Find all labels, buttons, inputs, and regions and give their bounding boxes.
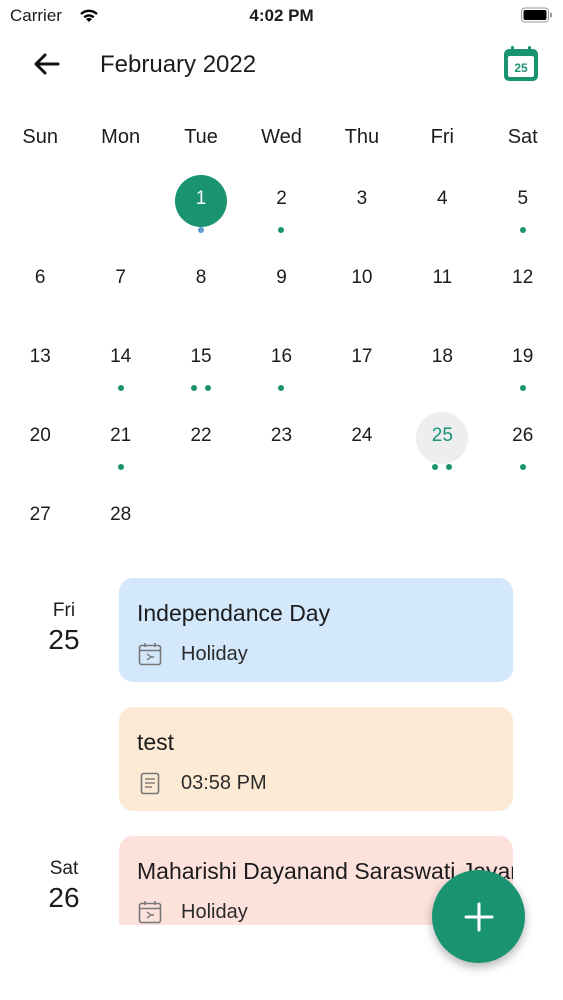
add-event-button[interactable]: [432, 870, 525, 963]
event-meta-text: Holiday: [181, 900, 248, 923]
agenda-day-number: 25: [48, 624, 80, 655]
agenda-date-fri: Fri 25: [28, 600, 100, 656]
agenda-list: Fri 25 Independance Day Holiday test 03:…: [0, 0, 563, 925]
agenda-weekday: Sat: [49, 858, 79, 879]
reminder-note-icon: [140, 772, 160, 795]
event-meta: 03:58 PM: [137, 769, 267, 797]
event-title: Independance Day: [137, 600, 331, 626]
event-card[interactable]: test 03:58 PM: [119, 707, 513, 811]
agenda-date-sat: Sat 26: [28, 858, 100, 914]
event-meta: Holiday: [137, 898, 248, 925]
event-meta-text: Holiday: [181, 642, 248, 665]
agenda-weekday: Fri: [52, 600, 76, 621]
event-meta: Holiday: [137, 640, 248, 668]
agenda-day-number: 26: [48, 882, 80, 913]
event-meta-text: 03:58 PM: [181, 771, 267, 794]
holiday-calendar-icon: [138, 643, 162, 666]
plus-icon: [464, 902, 493, 931]
event-title: test: [137, 729, 175, 755]
holiday-calendar-icon: [138, 901, 162, 924]
event-card[interactable]: Independance Day Holiday: [119, 578, 513, 682]
